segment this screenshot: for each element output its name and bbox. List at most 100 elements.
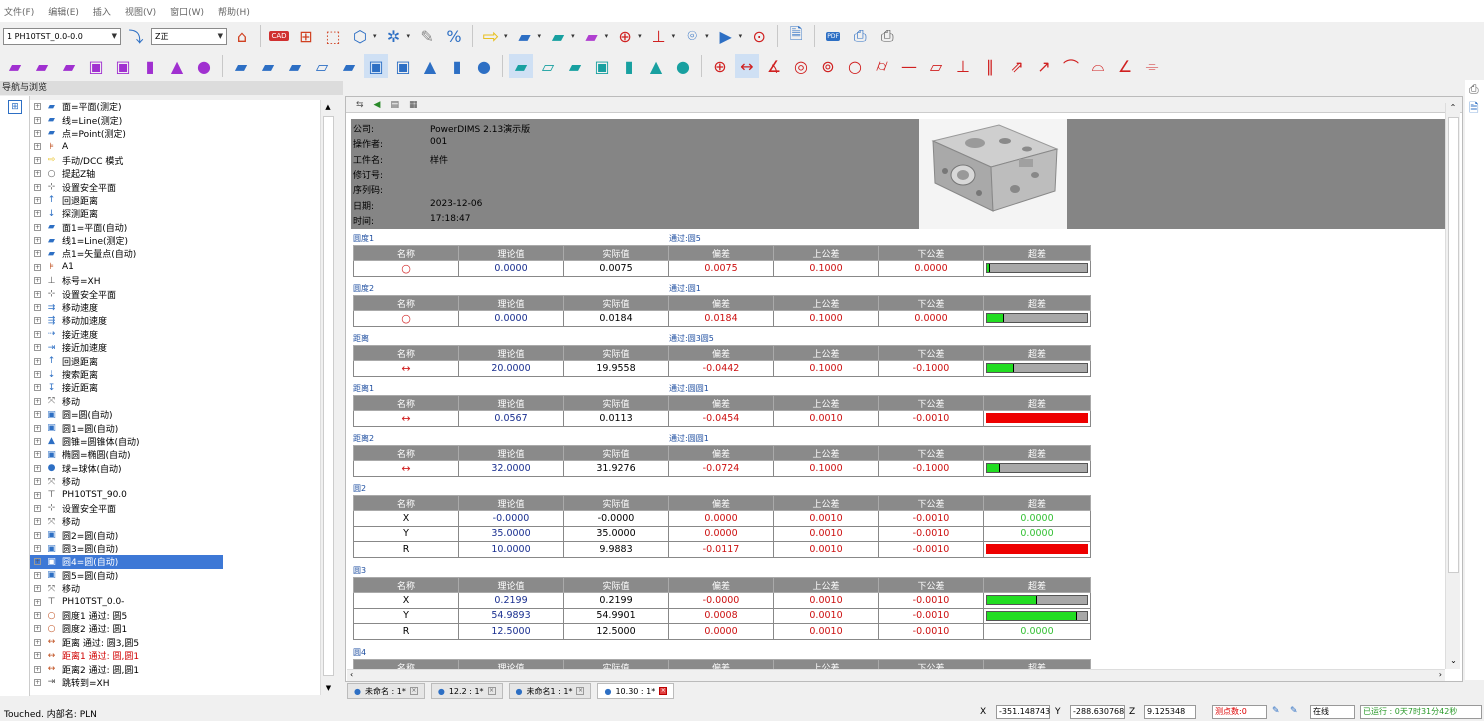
concentricity-icon[interactable]: ◎ xyxy=(789,54,813,78)
expand-icon[interactable]: + xyxy=(34,129,41,137)
expand-icon[interactable]: + xyxy=(34,451,41,459)
close-icon[interactable]: × xyxy=(576,687,585,695)
tree-view-icon[interactable]: ⊞ xyxy=(8,100,22,114)
tree-item[interactable]: + ▰ 点1=矢量点(自动) xyxy=(30,247,335,260)
mode-arrow-icon[interactable]: ⇨ xyxy=(479,24,503,48)
tree-scrollbar[interactable]: ▲ ▼ xyxy=(320,100,335,695)
tree-item[interactable]: + ⊹ 设置安全平面 xyxy=(30,180,335,194)
expand-icon[interactable]: + xyxy=(34,183,41,191)
edge-auto-icon[interactable]: ▱ xyxy=(310,54,334,78)
expand-icon[interactable]: + xyxy=(34,290,41,298)
tree-item[interactable]: + ⇶ 移动加速度 xyxy=(30,314,335,327)
flatness-icon[interactable]: ▱ xyxy=(924,54,948,78)
expand-icon[interactable]: + xyxy=(34,665,41,673)
expand-icon[interactable]: + xyxy=(34,143,41,151)
cone-construct-icon[interactable]: ▲ xyxy=(644,54,668,78)
scroll-left-icon[interactable]: ‹ xyxy=(350,670,353,679)
report-page-icon[interactable]: ▤ xyxy=(390,100,399,110)
close-icon[interactable]: × xyxy=(659,687,668,695)
point-measure-icon[interactable]: ▰ xyxy=(57,54,81,78)
expand-icon[interactable]: + xyxy=(34,397,41,405)
tree-item[interactable]: + ▣ 圆=圆(自动) xyxy=(30,408,335,421)
cube-view-icon[interactable]: ⬡ xyxy=(348,24,372,48)
tree-item[interactable]: + ⇉ 移动速度 xyxy=(30,301,335,314)
tree-item[interactable]: + ⇢ 接近速度 xyxy=(30,328,335,341)
pdf-icon[interactable]: PDF xyxy=(821,24,845,48)
document-tab[interactable]: ● 12.2 : 1* × xyxy=(430,683,503,699)
tree-item[interactable]: + ↑ 回退距离 xyxy=(30,194,335,207)
tree-item[interactable]: + ⤧ 移动 xyxy=(30,475,335,488)
tree-item[interactable]: + ⊤ PH10TST_90.0 xyxy=(30,488,335,501)
tree-item[interactable]: + ⤧ 移动 xyxy=(30,395,335,408)
expand-icon[interactable]: + xyxy=(34,210,41,218)
tree-item[interactable]: + ● 球=球体(自动) xyxy=(30,462,335,475)
expand-icon[interactable]: + xyxy=(34,250,41,258)
print-preview-icon[interactable]: ⎙ xyxy=(848,24,872,48)
select-region-icon[interactable]: ⬚ xyxy=(321,24,345,48)
profile-surface-icon[interactable]: ⌓ xyxy=(1086,54,1110,78)
tree-item[interactable]: + ↔ 距离2 通过: 圆,圆1 xyxy=(30,662,335,676)
cone-auto-icon[interactable]: ▲ xyxy=(418,54,442,78)
expand-icon[interactable]: + xyxy=(34,103,41,111)
distance-icon[interactable]: ↔ xyxy=(735,54,759,78)
close-icon[interactable]: × xyxy=(409,687,418,695)
tree-item[interactable]: + ⤧ 移动 xyxy=(30,582,335,595)
straightness-icon[interactable]: — xyxy=(897,54,921,78)
tolerance-icon[interactable]: ⌾ xyxy=(680,24,704,48)
tree-item[interactable]: + ⇥ 接近加速度 xyxy=(30,341,335,354)
tree-item[interactable]: + ⇥ 跳转到=XH xyxy=(30,676,335,689)
perpendicularity-icon[interactable]: ⊥ xyxy=(951,54,975,78)
symmetry-icon[interactable]: ⌯ xyxy=(1140,54,1164,78)
expand-icon[interactable]: + xyxy=(34,518,41,526)
tree-item[interactable]: + ○ 提起Z轴 xyxy=(30,167,335,180)
expand-icon[interactable]: + xyxy=(34,504,41,512)
expand-icon[interactable]: + xyxy=(34,156,41,164)
menu-item[interactable]: 帮助(H) xyxy=(218,5,250,18)
expand-icon[interactable]: + xyxy=(34,237,41,245)
menu-item[interactable]: 窗口(W) xyxy=(170,5,204,18)
total-runout-icon[interactable]: ⇗ xyxy=(1005,54,1029,78)
tree-item[interactable]: + ↑ 回退距离 xyxy=(30,354,335,368)
document-icon[interactable]: 🗎 xyxy=(1469,99,1484,120)
line-measure-icon[interactable]: ▰ xyxy=(30,54,54,78)
expand-icon[interactable]: + xyxy=(34,571,41,579)
tree-item[interactable]: + ⊤ PH10TST_0.0- xyxy=(30,595,335,608)
expand-icon[interactable]: + xyxy=(34,116,41,124)
plane-measure-icon[interactable]: ▰ xyxy=(3,54,27,78)
menu-item[interactable]: 编辑(E) xyxy=(48,5,79,18)
scroll-right-icon[interactable]: › xyxy=(1439,670,1442,679)
probe-combo[interactable]: 1 PH10TST_0.0-0.0 ▼ xyxy=(3,27,121,45)
expand-icon[interactable]: + xyxy=(34,424,41,432)
roundness-icon[interactable]: ○ xyxy=(843,54,867,78)
expand-icon[interactable]: + xyxy=(34,678,41,686)
crosshair-icon[interactable]: ⊕ xyxy=(613,24,637,48)
scroll-down-icon[interactable]: ▼ xyxy=(321,681,336,695)
tree-item[interactable]: + ⊧ A xyxy=(30,140,335,153)
tree-item[interactable]: + ○ 圆度2 通过: 圆1 xyxy=(30,622,335,635)
cylinder-construct-icon[interactable]: ▮ xyxy=(617,54,641,78)
angle-icon[interactable]: ∡ xyxy=(762,54,786,78)
expand-icon[interactable]: + xyxy=(34,491,41,499)
axis-align-icon[interactable]: ⊥ xyxy=(647,24,671,48)
tree-item[interactable]: + ▣ 圆2=圆(自动) xyxy=(30,529,335,542)
tree-item[interactable]: + ⊹ 设置安全平面 xyxy=(30,287,335,301)
position-icon[interactable]: ⊕ xyxy=(708,54,732,78)
close-icon[interactable]: × xyxy=(487,687,496,695)
tree-item[interactable]: + ▣ 圆1=圆(自动) xyxy=(30,421,335,435)
scroll-up-icon[interactable]: ⌃ xyxy=(1446,103,1460,116)
probe-select-icon[interactable]: ⤵ xyxy=(124,24,148,48)
point-auto-icon[interactable]: ▰ xyxy=(283,54,307,78)
expand-icon[interactable]: + xyxy=(34,196,41,204)
parallelism-icon[interactable]: ∥ xyxy=(978,54,1002,78)
plane-icon[interactable]: ▰ xyxy=(546,24,570,48)
document-tab[interactable]: ● 未命名1 : 1* × xyxy=(508,683,592,699)
vector-auto-icon[interactable]: ▰ xyxy=(337,54,361,78)
report-tool-icon[interactable]: ⇆ xyxy=(356,100,364,110)
report-hscrollbar[interactable]: ‹ › xyxy=(347,669,1445,681)
tree-item[interactable]: + ⇨ 手动/DCC 模式 xyxy=(30,154,335,167)
expand-icon[interactable]: + xyxy=(34,170,41,178)
ellipse-measure-icon[interactable]: ▣ xyxy=(111,54,135,78)
cone-measure-icon[interactable]: ▲ xyxy=(165,54,189,78)
expand-icon[interactable]: + xyxy=(34,263,41,271)
scroll-thumb[interactable] xyxy=(1448,117,1459,573)
